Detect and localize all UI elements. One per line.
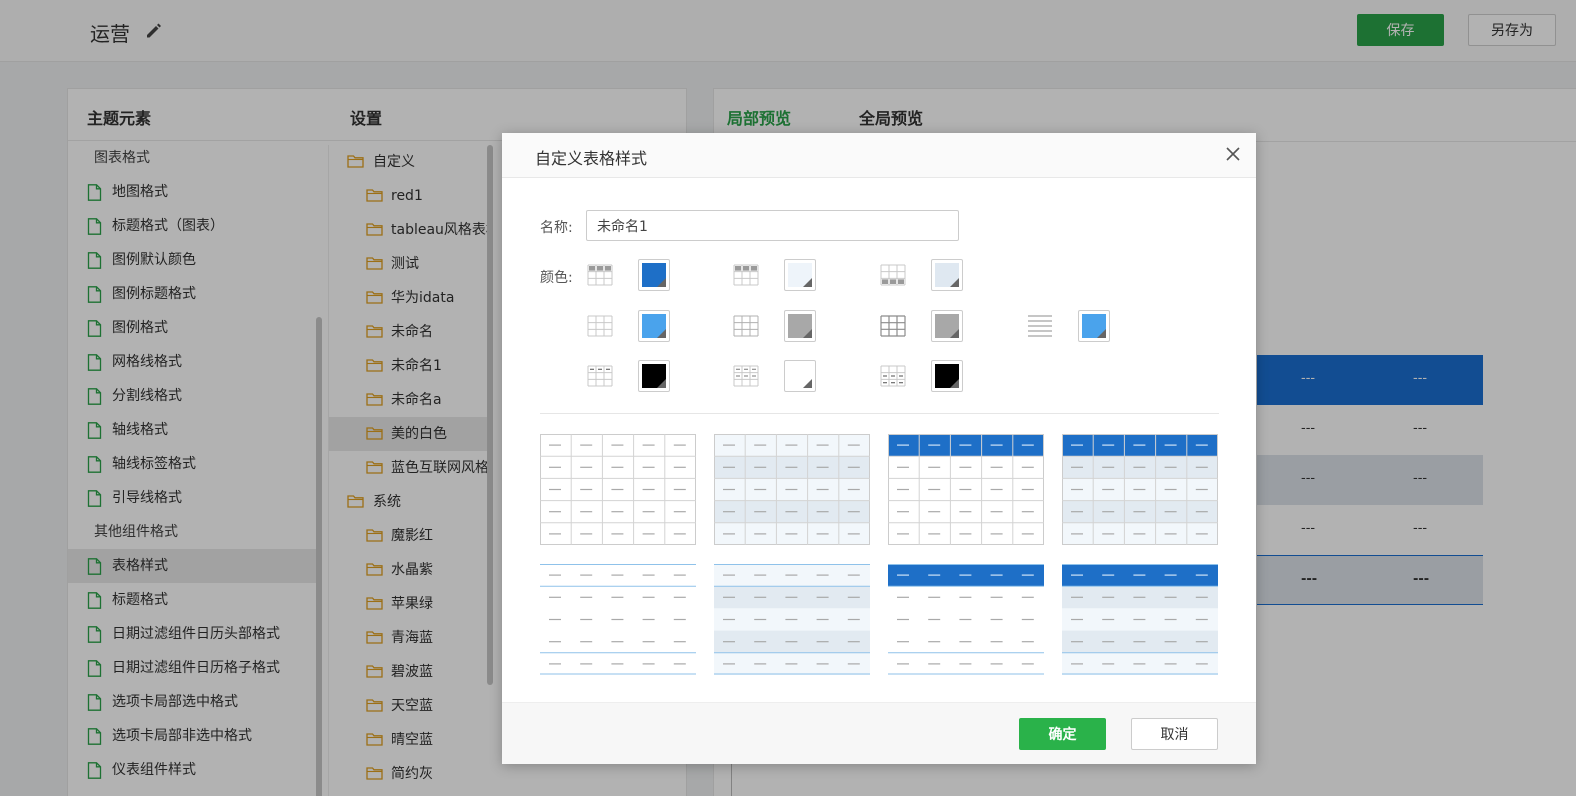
swatch-picker-indicator [950, 278, 959, 287]
color-label: 颜色: [540, 270, 573, 286]
swatch-picker-indicator [803, 278, 812, 287]
dialog-footer: 确定 取消 [502, 702, 1256, 764]
color-swatch[interactable] [784, 310, 816, 342]
preset-table-style[interactable] [540, 564, 696, 675]
preset-table-thumbnail [540, 564, 696, 675]
dialog-title: 自定义表格样式 [535, 149, 648, 168]
table-body-grid-icon [587, 315, 613, 337]
divider [540, 413, 1219, 414]
color-swatch[interactable] [931, 310, 963, 342]
swatch-picker-indicator [950, 329, 959, 338]
swatch-picker-indicator [803, 379, 812, 388]
swatch-picker-indicator [950, 379, 959, 388]
preset-table-thumbnail [1062, 564, 1218, 675]
preset-table-style[interactable] [1062, 434, 1218, 545]
close-icon[interactable] [1226, 147, 1240, 161]
preset-table-style[interactable] [1062, 564, 1218, 675]
swatch-picker-indicator [1097, 329, 1106, 338]
preset-table-thumbnail [714, 434, 870, 545]
preset-table-thumbnail [888, 434, 1044, 545]
swatch-picker-indicator [657, 379, 666, 388]
color-swatch[interactable] [931, 259, 963, 291]
preset-table-thumbnail [714, 564, 870, 675]
color-swatch[interactable] [638, 360, 670, 392]
preset-table-style[interactable] [540, 434, 696, 545]
preset-table-thumbnail [540, 434, 696, 545]
table-footer-row-icon [880, 264, 906, 286]
color-swatch[interactable] [638, 310, 670, 342]
preset-table-style[interactable] [714, 564, 870, 675]
table-horizontal-lines-icon [1028, 315, 1052, 337]
color-swatch[interactable] [931, 360, 963, 392]
color-swatch[interactable] [784, 259, 816, 291]
table-header-cell-icon [587, 264, 613, 286]
preset-table-style[interactable] [714, 434, 870, 545]
table-header-row-icon [733, 264, 759, 286]
confirm-button[interactable]: 确定 [1019, 718, 1106, 750]
swatch-picker-indicator [657, 278, 666, 287]
table-text-footer-icon [880, 365, 906, 387]
cancel-button[interactable]: 取消 [1131, 718, 1218, 750]
name-label: 名称: [540, 220, 573, 236]
swatch-picker-indicator [657, 329, 666, 338]
name-input[interactable] [586, 210, 959, 241]
color-swatch[interactable] [1078, 310, 1110, 342]
preset-table-style[interactable] [888, 434, 1044, 545]
table-grid-bold-icon [880, 315, 906, 337]
table-text-header-icon [587, 365, 613, 387]
preset-table-style[interactable] [888, 564, 1044, 675]
color-swatch[interactable] [784, 360, 816, 392]
table-grid-light-icon [733, 315, 759, 337]
swatch-picker-indicator [803, 329, 812, 338]
dialog-header: 自定义表格样式 [502, 133, 1256, 178]
preset-table-thumbnail [888, 564, 1044, 675]
preset-table-thumbnail [1062, 434, 1218, 545]
color-swatch[interactable] [638, 259, 670, 291]
custom-table-style-dialog: 自定义表格样式 名称: 颜色: 确定 取消 [502, 133, 1256, 764]
table-text-body-icon [733, 365, 759, 387]
